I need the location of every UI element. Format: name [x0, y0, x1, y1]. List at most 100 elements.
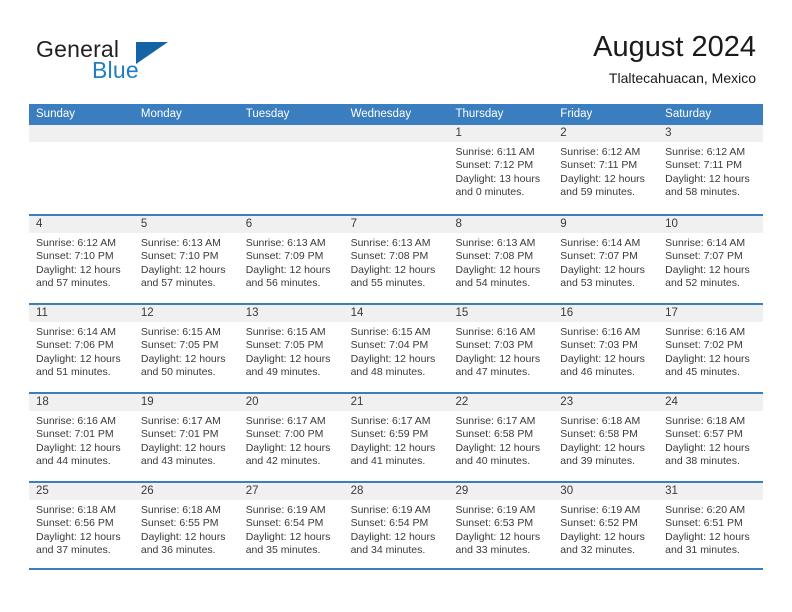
day-number: 25 [36, 485, 49, 497]
calendar-day-cell[interactable]: 16 Sunrise: 6:16 AM Sunset: 7:03 PM Dayligh… [553, 305, 659, 392]
calendar-day-cell[interactable]: 13 Sunrise: 6:15 AM Sunset: 7:05 PM Dayligh… [238, 305, 344, 392]
general-blue-logo[interactable]: General Blue [36, 36, 216, 86]
calendar-day-cell[interactable]: 27 Sunrise: 6:19 AM Sunset: 6:54 PM Dayligh… [238, 483, 344, 568]
daylight-text: Daylight: 12 hours and 58 minutes. [665, 172, 750, 199]
calendar-day-cell-empty [133, 125, 239, 214]
day-details: Sunrise: 6:13 AM Sunset: 7:08 PM Daylight:… [448, 233, 553, 291]
day-number: 12 [140, 307, 154, 319]
sunset-text: Sunset: 7:10 PM [140, 250, 219, 263]
day-number: 10 [665, 218, 678, 230]
sunset-text: Sunset: 6:54 PM [245, 517, 324, 530]
weekday-header-thursday: Thursday [455, 108, 504, 120]
sunrise-text: Sunrise: 6:12 AM [36, 237, 116, 249]
sunset-text: Sunset: 7:04 PM [350, 339, 429, 352]
day-details: Sunrise: 6:11 AM Sunset: 7:12 PM Daylight:… [448, 142, 553, 200]
day-number-band: 10 [658, 216, 764, 233]
day-number: 26 [140, 485, 154, 497]
day-details: Sunrise: 6:15 AM Sunset: 7:04 PM Daylight:… [344, 322, 449, 380]
day-details: Sunrise: 6:19 AM Sunset: 6:54 PM Daylight:… [344, 500, 449, 558]
calendar-day-cell[interactable]: 9 Sunrise: 6:14 AM Sunset: 7:07 PM Daylight… [553, 216, 659, 303]
sunset-text: Sunset: 6:57 PM [665, 428, 743, 441]
weekday-header-monday: Monday [140, 108, 182, 120]
page-subtitle: Tlaltecahuacan, Mexico [608, 70, 756, 86]
day-number: 15 [455, 307, 469, 319]
calendar-day-cell[interactable]: 17 Sunrise: 6:16 AM Sunset: 7:02 PM Dayligh… [658, 305, 764, 392]
calendar-day-cell[interactable]: 7 Sunrise: 6:13 AM Sunset: 7:08 PM Daylight… [343, 216, 449, 303]
daylight-text: Daylight: 12 hours and 53 minutes. [560, 263, 645, 290]
sunrise-text: Sunrise: 6:14 AM [560, 237, 641, 249]
daylight-text: Daylight: 12 hours and 40 minutes. [455, 441, 541, 468]
day-number-band: 11 [29, 305, 134, 322]
calendar-day-cell[interactable]: 14 Sunrise: 6:15 AM Sunset: 7:04 PM Dayligh… [343, 305, 449, 392]
day-number-band: 22 [448, 394, 554, 411]
calendar-weeks: 1 Sunrise: 6:11 AM Sunset: 7:12 PM Daylight… [29, 125, 764, 570]
sunrise-text: Sunrise: 6:19 AM [455, 504, 536, 516]
daylight-text: Daylight: 12 hours and 56 minutes. [245, 263, 331, 290]
sunset-text: Sunset: 7:11 PM [665, 159, 743, 172]
calendar-week-row: 11 Sunrise: 6:14 AM Sunset: 7:06 PM Dayligh… [29, 303, 764, 392]
calendar-day-cell[interactable]: 18 Sunrise: 6:16 AM Sunset: 7:01 PM Dayligh… [29, 394, 134, 481]
day-number-band: 25 [29, 483, 134, 500]
sunrise-text: Sunrise: 6:18 AM [36, 504, 116, 516]
sunset-text: Sunset: 7:03 PM [560, 339, 638, 352]
sunset-text: Sunset: 6:58 PM [455, 428, 534, 441]
calendar-day-cell[interactable]: 29 Sunrise: 6:19 AM Sunset: 6:53 PM Dayligh… [448, 483, 554, 568]
calendar-page: General Blue August 2024 Tlaltecahuacan,… [0, 0, 792, 612]
day-number-band: 17 [658, 305, 764, 322]
sunset-text: Sunset: 7:11 PM [560, 159, 638, 172]
calendar-day-cell[interactable]: 3 Sunrise: 6:12 AM Sunset: 7:11 PM Daylight… [658, 125, 764, 214]
day-number-band: 2 [553, 125, 659, 142]
calendar-day-cell[interactable]: 19 Sunrise: 6:17 AM Sunset: 7:01 PM Dayligh… [133, 394, 239, 481]
calendar-day-cell[interactable]: 12 Sunrise: 6:15 AM Sunset: 7:05 PM Dayligh… [133, 305, 239, 392]
calendar-day-cell[interactable]: 15 Sunrise: 6:16 AM Sunset: 7:03 PM Dayligh… [448, 305, 554, 392]
day-number-band: 12 [133, 305, 239, 322]
day-details: Sunrise: 6:16 AM Sunset: 7:03 PM Daylight:… [553, 322, 658, 380]
calendar-day-cell[interactable]: 2 Sunrise: 6:12 AM Sunset: 7:11 PM Daylight… [553, 125, 659, 214]
calendar-day-cell[interactable]: 20 Sunrise: 6:17 AM Sunset: 7:00 PM Dayligh… [238, 394, 344, 481]
sunset-text: Sunset: 6:56 PM [36, 517, 114, 530]
calendar-day-cell[interactable]: 10 Sunrise: 6:14 AM Sunset: 7:07 PM Dayligh… [658, 216, 764, 303]
sunrise-text: Sunrise: 6:16 AM [36, 415, 116, 427]
sunrise-text: Sunrise: 6:13 AM [140, 237, 221, 249]
calendar-day-cell[interactable]: 24 Sunrise: 6:18 AM Sunset: 6:57 PM Dayligh… [658, 394, 764, 481]
day-details: Sunrise: 6:14 AM Sunset: 7:07 PM Daylight:… [658, 233, 763, 291]
calendar-day-cell[interactable]: 21 Sunrise: 6:17 AM Sunset: 6:59 PM Dayligh… [343, 394, 449, 481]
calendar-day-cell[interactable]: 22 Sunrise: 6:17 AM Sunset: 6:58 PM Dayligh… [448, 394, 554, 481]
sunset-text: Sunset: 6:52 PM [560, 517, 638, 530]
calendar-day-cell-empty [238, 125, 344, 214]
daylight-text: Daylight: 12 hours and 55 minutes. [350, 263, 436, 290]
daylight-text: Daylight: 12 hours and 49 minutes. [245, 352, 331, 379]
day-number-band: 8 [448, 216, 554, 233]
day-details: Sunrise: 6:15 AM Sunset: 7:05 PM Daylight:… [239, 322, 344, 380]
calendar-day-cell[interactable]: 8 Sunrise: 6:13 AM Sunset: 7:08 PM Daylight… [448, 216, 554, 303]
calendar-day-cell[interactable]: 28 Sunrise: 6:19 AM Sunset: 6:54 PM Dayligh… [343, 483, 449, 568]
daylight-text: Daylight: 12 hours and 52 minutes. [665, 263, 750, 290]
calendar-day-cell[interactable]: 31 Sunrise: 6:20 AM Sunset: 6:51 PM Dayligh… [658, 483, 764, 568]
day-number-band: 26 [133, 483, 239, 500]
calendar-day-cell[interactable]: 23 Sunrise: 6:18 AM Sunset: 6:58 PM Dayligh… [553, 394, 659, 481]
sunrise-text: Sunrise: 6:12 AM [665, 146, 746, 158]
day-number: 27 [245, 485, 259, 497]
day-details: Sunrise: 6:18 AM Sunset: 6:57 PM Daylight:… [658, 411, 763, 469]
calendar-day-cell[interactable]: 11 Sunrise: 6:14 AM Sunset: 7:06 PM Dayligh… [29, 305, 134, 392]
calendar-day-cell[interactable]: 6 Sunrise: 6:13 AM Sunset: 7:09 PM Daylight… [238, 216, 344, 303]
daylight-text: Daylight: 12 hours and 36 minutes. [140, 530, 226, 557]
daylight-text: Daylight: 12 hours and 54 minutes. [455, 263, 541, 290]
day-number-band: 7 [343, 216, 449, 233]
calendar-day-cell[interactable]: 4 Sunrise: 6:12 AM Sunset: 7:10 PM Daylight… [29, 216, 134, 303]
calendar-day-cell[interactable]: 30 Sunrise: 6:19 AM Sunset: 6:52 PM Dayligh… [553, 483, 659, 568]
day-number-band [343, 125, 449, 142]
sunrise-text: Sunrise: 6:15 AM [140, 326, 221, 338]
sunrise-text: Sunrise: 6:16 AM [665, 326, 746, 338]
daylight-text: Daylight: 12 hours and 59 minutes. [560, 172, 645, 199]
calendar-day-cell[interactable]: 26 Sunrise: 6:18 AM Sunset: 6:55 PM Dayligh… [133, 483, 239, 568]
weekday-header-sunday: Sunday [36, 108, 76, 120]
daylight-text: Daylight: 12 hours and 44 minutes. [36, 441, 121, 468]
day-details: Sunrise: 6:12 AM Sunset: 7:10 PM Daylight:… [29, 233, 134, 291]
calendar-day-cell[interactable]: 1 Sunrise: 6:11 AM Sunset: 7:12 PM Daylight… [448, 125, 554, 214]
daylight-text: Daylight: 13 hours and 0 minutes. [455, 172, 541, 199]
day-number: 23 [560, 396, 574, 408]
calendar-day-cell[interactable]: 5 Sunrise: 6:13 AM Sunset: 7:10 PM Daylight… [133, 216, 239, 303]
daylight-text: Daylight: 12 hours and 46 minutes. [560, 352, 645, 379]
calendar-day-cell[interactable]: 25 Sunrise: 6:18 AM Sunset: 6:56 PM Dayligh… [29, 483, 134, 568]
